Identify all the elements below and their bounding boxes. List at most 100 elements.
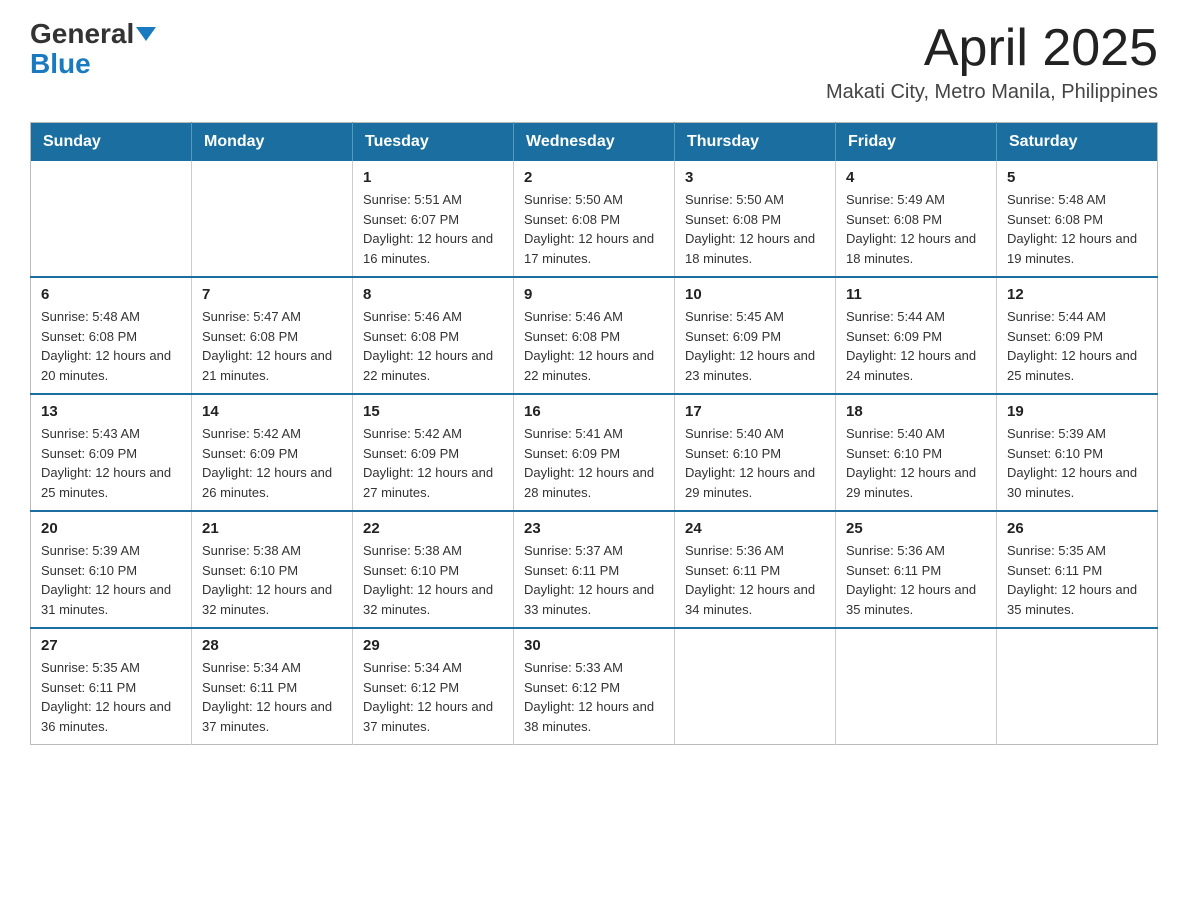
- day-info: Sunrise: 5:38 AMSunset: 6:10 PMDaylight:…: [363, 541, 503, 619]
- day-cell: 29Sunrise: 5:34 AMSunset: 6:12 PMDayligh…: [353, 628, 514, 745]
- week-row-5: 27 Sunrise: 5:35 AMSunset: 6:11 PMDayligh…: [31, 628, 1158, 745]
- day-number: 6: [41, 286, 181, 303]
- day-cell: [31, 161, 192, 277]
- day-number: 23: [524, 520, 664, 537]
- day-info: Sunrise: 5:40 AMSunset: 6:10 PMDaylight:…: [846, 424, 986, 502]
- week-row-1: 1 Sunrise: 5:51 AMSunset: 6:07 PMDaylight…: [31, 161, 1158, 277]
- day-number: 9: [524, 286, 664, 303]
- day-cell: 9 Sunrise: 5:46 AMSunset: 6:08 PMDaylight…: [514, 277, 675, 394]
- day-info: Sunrise: 5:36 AMSunset: 6:11 PMDaylight:…: [685, 541, 825, 619]
- day-info: Sunrise: 5:45 AMSunset: 6:09 PMDaylight:…: [685, 307, 825, 385]
- day-cell: 12 Sunrise: 5:44 AMSunset: 6:09 PMDayligh…: [997, 277, 1158, 394]
- day-number: 15: [363, 403, 503, 420]
- day-cell: 18 Sunrise: 5:40 AMSunset: 6:10 PMDayligh…: [836, 394, 997, 511]
- day-cell: [997, 628, 1158, 745]
- day-cell: 16Sunrise: 5:41 AMSunset: 6:09 PMDayligh…: [514, 394, 675, 511]
- day-cell: 23 Sunrise: 5:37 AMSunset: 6:11 PMDayligh…: [514, 511, 675, 628]
- day-number: 4: [846, 169, 986, 186]
- day-number: 20: [41, 520, 181, 537]
- day-number: 27: [41, 637, 181, 654]
- day-number: 25: [846, 520, 986, 537]
- day-number: 21: [202, 520, 342, 537]
- day-info: Sunrise: 5:48 AMSunset: 6:08 PMDaylight:…: [1007, 190, 1147, 268]
- day-cell: [675, 628, 836, 745]
- day-info: Sunrise: 5:46 AMSunset: 6:08 PMDaylight:…: [524, 307, 664, 385]
- day-number: 2: [524, 169, 664, 186]
- day-cell: 8Sunrise: 5:46 AMSunset: 6:08 PMDaylight…: [353, 277, 514, 394]
- day-number: 29: [363, 637, 503, 654]
- day-info: Sunrise: 5:46 AMSunset: 6:08 PMDaylight:…: [363, 307, 503, 385]
- day-cell: 4Sunrise: 5:49 AMSunset: 6:08 PMDaylight…: [836, 161, 997, 277]
- day-info: Sunrise: 5:44 AMSunset: 6:09 PMDaylight:…: [1007, 307, 1147, 385]
- day-number: 22: [363, 520, 503, 537]
- day-info: Sunrise: 5:44 AMSunset: 6:09 PMDaylight:…: [846, 307, 986, 385]
- weekday-header-sunday: Sunday: [31, 123, 192, 162]
- day-info: Sunrise: 5:50 AMSunset: 6:08 PMDaylight:…: [685, 190, 825, 268]
- week-row-4: 20Sunrise: 5:39 AMSunset: 6:10 PMDayligh…: [31, 511, 1158, 628]
- day-cell: 26 Sunrise: 5:35 AMSunset: 6:11 PMDayligh…: [997, 511, 1158, 628]
- day-number: 1: [363, 169, 503, 186]
- day-number: 12: [1007, 286, 1147, 303]
- weekday-header-friday: Friday: [836, 123, 997, 162]
- day-cell: 1 Sunrise: 5:51 AMSunset: 6:07 PMDaylight…: [353, 161, 514, 277]
- day-info: Sunrise: 5:37 AMSunset: 6:11 PMDaylight:…: [524, 541, 664, 619]
- day-number: 26: [1007, 520, 1147, 537]
- day-cell: 2 Sunrise: 5:50 AMSunset: 6:08 PMDaylight…: [514, 161, 675, 277]
- day-cell: 3 Sunrise: 5:50 AMSunset: 6:08 PMDaylight…: [675, 161, 836, 277]
- day-cell: 5 Sunrise: 5:48 AMSunset: 6:08 PMDaylight…: [997, 161, 1158, 277]
- day-info: Sunrise: 5:38 AMSunset: 6:10 PMDaylight:…: [202, 541, 342, 619]
- weekday-header-monday: Monday: [192, 123, 353, 162]
- week-row-3: 13 Sunrise: 5:43 AMSunset: 6:09 PMDayligh…: [31, 394, 1158, 511]
- day-number: 7: [202, 286, 342, 303]
- day-cell: [836, 628, 997, 745]
- day-info: Sunrise: 5:50 AMSunset: 6:08 PMDaylight:…: [524, 190, 664, 268]
- day-cell: 22 Sunrise: 5:38 AMSunset: 6:10 PMDayligh…: [353, 511, 514, 628]
- day-number: 19: [1007, 403, 1147, 420]
- day-info: Sunrise: 5:35 AMSunset: 6:11 PMDaylight:…: [41, 658, 181, 736]
- day-number: 17: [685, 403, 825, 420]
- day-cell: 15Sunrise: 5:42 AMSunset: 6:09 PMDayligh…: [353, 394, 514, 511]
- day-info: Sunrise: 5:33 AMSunset: 6:12 PMDaylight:…: [524, 658, 664, 736]
- day-number: 14: [202, 403, 342, 420]
- logo: General Blue: [30, 20, 156, 80]
- day-number: 18: [846, 403, 986, 420]
- day-number: 3: [685, 169, 825, 186]
- day-cell: 19 Sunrise: 5:39 AMSunset: 6:10 PMDayligh…: [997, 394, 1158, 511]
- day-info: Sunrise: 5:48 AMSunset: 6:08 PMDaylight:…: [41, 307, 181, 385]
- day-info: Sunrise: 5:35 AMSunset: 6:11 PMDaylight:…: [1007, 541, 1147, 619]
- day-info: Sunrise: 5:47 AMSunset: 6:08 PMDaylight:…: [202, 307, 342, 385]
- day-info: Sunrise: 5:51 AMSunset: 6:07 PMDaylight:…: [363, 190, 503, 268]
- day-number: 24: [685, 520, 825, 537]
- calendar-table: SundayMondayTuesdayWednesdayThursdayFrid…: [30, 122, 1158, 745]
- day-number: 28: [202, 637, 342, 654]
- weekday-header-saturday: Saturday: [997, 123, 1158, 162]
- weekday-header-wednesday: Wednesday: [514, 123, 675, 162]
- day-info: Sunrise: 5:39 AMSunset: 6:10 PMDaylight:…: [1007, 424, 1147, 502]
- week-row-2: 6 Sunrise: 5:48 AMSunset: 6:08 PMDaylight…: [31, 277, 1158, 394]
- day-number: 11: [846, 286, 986, 303]
- day-cell: 25 Sunrise: 5:36 AMSunset: 6:11 PMDayligh…: [836, 511, 997, 628]
- day-number: 13: [41, 403, 181, 420]
- day-cell: 28 Sunrise: 5:34 AMSunset: 6:11 PMDayligh…: [192, 628, 353, 745]
- logo-general-text: General: [30, 20, 134, 48]
- day-info: Sunrise: 5:34 AMSunset: 6:11 PMDaylight:…: [202, 658, 342, 736]
- day-number: 30: [524, 637, 664, 654]
- month-title: April 2025: [826, 20, 1158, 77]
- day-cell: 20Sunrise: 5:39 AMSunset: 6:10 PMDayligh…: [31, 511, 192, 628]
- weekday-header-row: SundayMondayTuesdayWednesdayThursdayFrid…: [31, 123, 1158, 162]
- day-cell: 30 Sunrise: 5:33 AMSunset: 6:12 PMDayligh…: [514, 628, 675, 745]
- day-number: 10: [685, 286, 825, 303]
- day-cell: 13 Sunrise: 5:43 AMSunset: 6:09 PMDayligh…: [31, 394, 192, 511]
- day-cell: 17 Sunrise: 5:40 AMSunset: 6:10 PMDayligh…: [675, 394, 836, 511]
- day-cell: 6 Sunrise: 5:48 AMSunset: 6:08 PMDaylight…: [31, 277, 192, 394]
- day-info: Sunrise: 5:42 AMSunset: 6:09 PMDaylight:…: [202, 424, 342, 502]
- day-info: Sunrise: 5:41 AMSunset: 6:09 PMDaylight:…: [524, 424, 664, 502]
- day-info: Sunrise: 5:43 AMSunset: 6:09 PMDaylight:…: [41, 424, 181, 502]
- day-cell: 24 Sunrise: 5:36 AMSunset: 6:11 PMDayligh…: [675, 511, 836, 628]
- day-info: Sunrise: 5:36 AMSunset: 6:11 PMDaylight:…: [846, 541, 986, 619]
- day-number: 5: [1007, 169, 1147, 186]
- day-cell: 11 Sunrise: 5:44 AMSunset: 6:09 PMDayligh…: [836, 277, 997, 394]
- weekday-header-thursday: Thursday: [675, 123, 836, 162]
- weekday-header-tuesday: Tuesday: [353, 123, 514, 162]
- day-info: Sunrise: 5:40 AMSunset: 6:10 PMDaylight:…: [685, 424, 825, 502]
